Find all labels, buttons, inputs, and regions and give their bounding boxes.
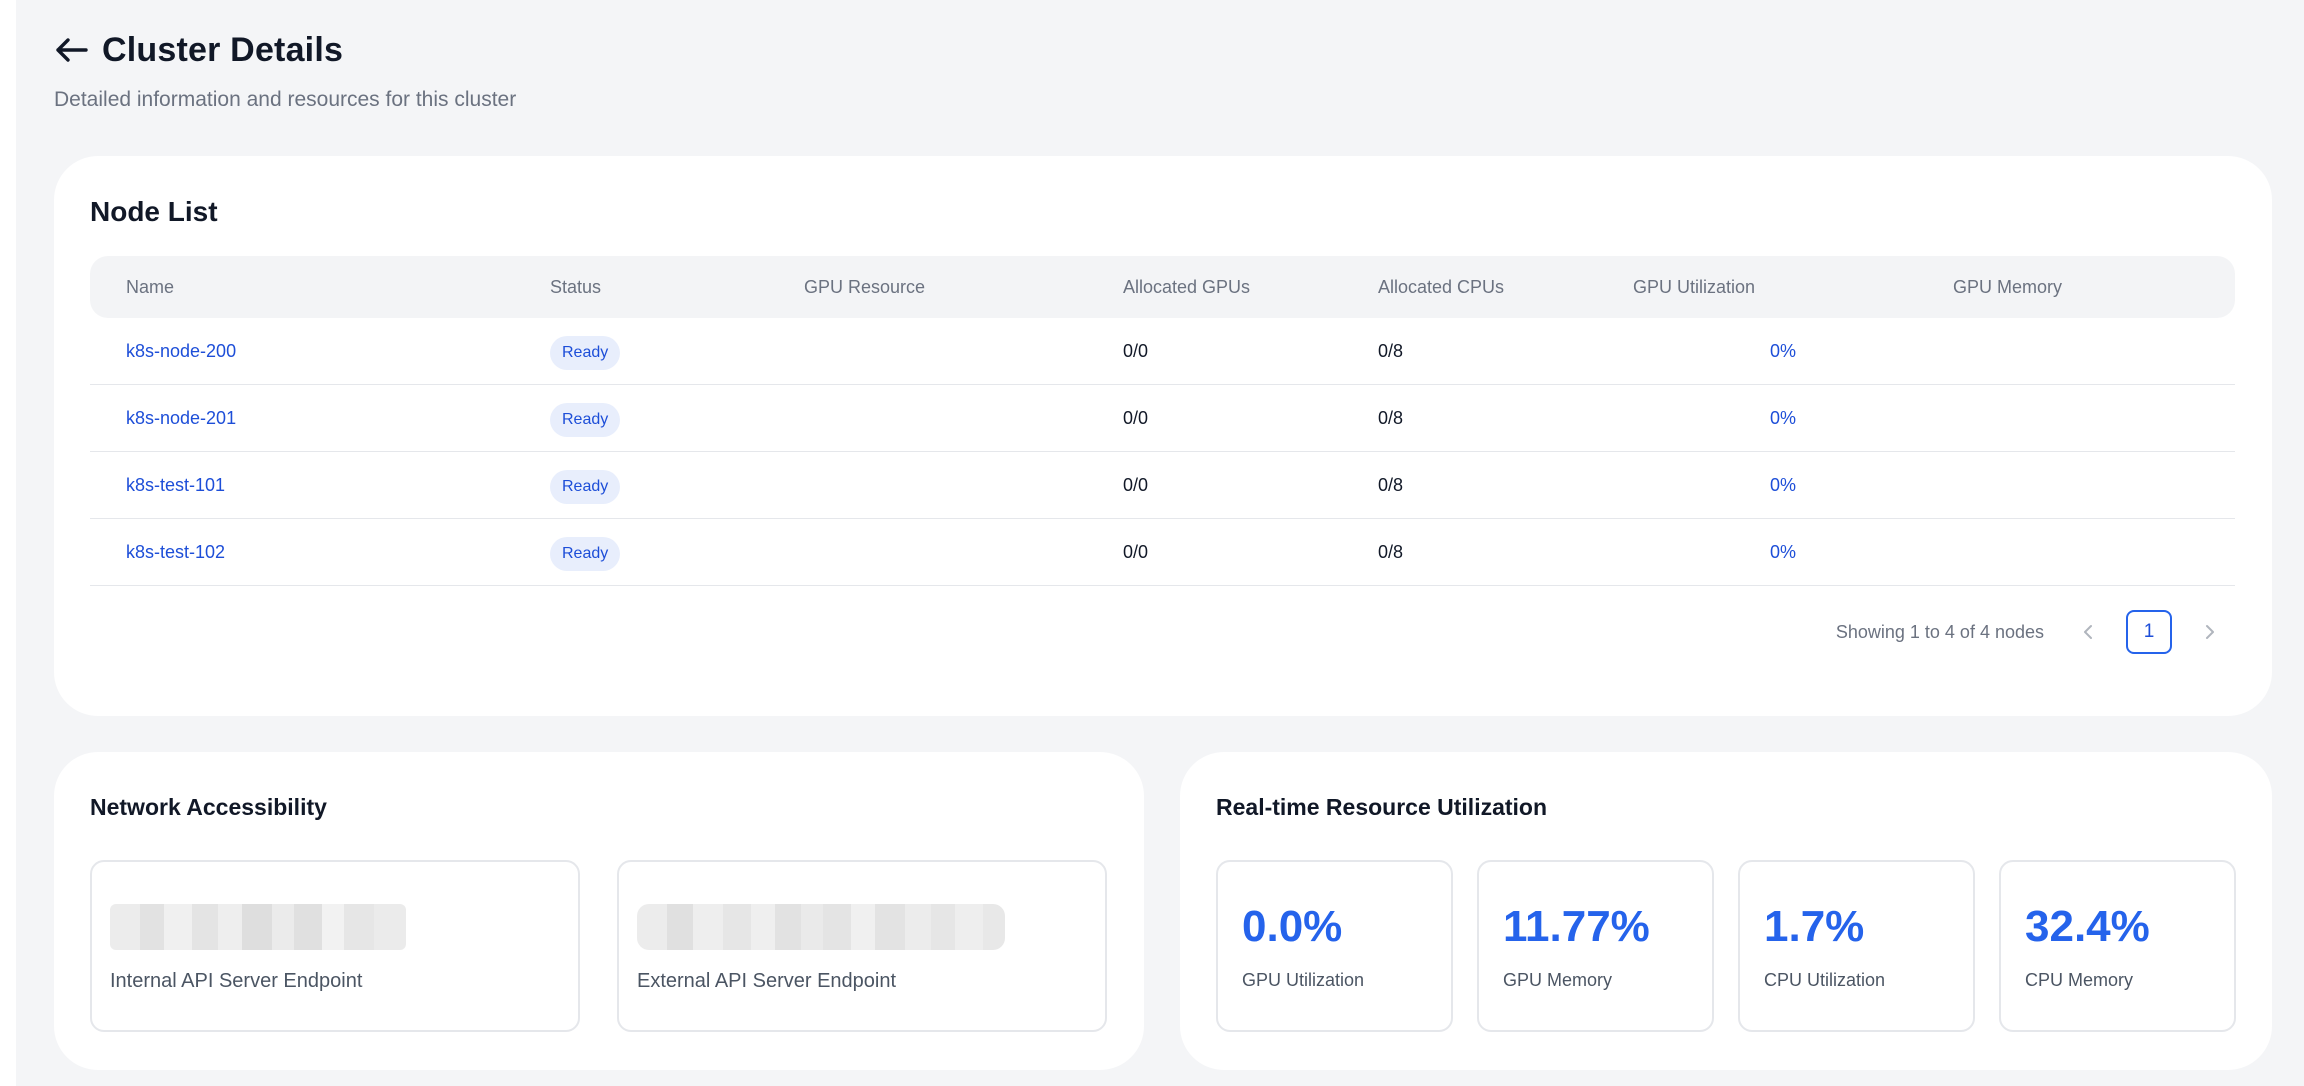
resource-utilization-card: Real-time Resource Utilization 0.0% GPU …	[1180, 752, 2272, 1070]
node-name-link[interactable]: k8s-test-102	[126, 519, 225, 585]
resource-title: Real-time Resource Utilization	[1216, 794, 1548, 820]
table-header: Name Status GPU Resource Allocated GPUs …	[90, 256, 2235, 318]
allocated-cpus-cell: 0/8	[1378, 542, 1404, 562]
node-table: Name Status GPU Resource Allocated GPUs …	[90, 256, 2235, 586]
status-badge: Ready	[550, 336, 621, 370]
prev-page-button[interactable]	[2072, 616, 2104, 648]
redacted-endpoint-value	[110, 904, 406, 950]
status-badge: Ready	[550, 470, 621, 504]
column-header-gpu-utilization: GPU Utilization	[1633, 277, 1756, 297]
allocated-cpus-cell: 0/8	[1378, 475, 1404, 495]
metric-label: GPU Utilization	[1242, 970, 1365, 990]
column-header-allocated-cpus: Allocated CPUs	[1378, 277, 1505, 297]
metric-gpu-utilization: 0.0% GPU Utilization	[1216, 860, 1453, 1032]
metric-value: 32.4%	[2025, 902, 2150, 951]
gpu-utilization-cell: 0%	[1770, 408, 1797, 428]
title-row: Cluster Details	[54, 26, 516, 74]
gpu-utilization-cell: 0%	[1770, 475, 1797, 495]
status-cell: Ready	[550, 452, 621, 518]
metric-value: 0.0%	[1242, 902, 1343, 951]
table-row: k8s-test-101 Ready 0/0 0/8 0%	[90, 452, 2235, 519]
allocated-gpus-cell: 0/0	[1123, 475, 1149, 495]
metric-value: 1.7%	[1764, 902, 1865, 951]
metric-label: GPU Memory	[1503, 970, 1613, 990]
column-header-status: Status	[550, 277, 602, 297]
internal-endpoint-label: Internal API Server Endpoint	[110, 970, 363, 992]
metric-label: CPU Utilization	[1764, 970, 1886, 990]
redacted-endpoint-value	[637, 904, 1005, 950]
status-badge: Ready	[550, 537, 621, 571]
column-header-name: Name	[126, 277, 175, 297]
internal-endpoint-box: Internal API Server Endpoint	[90, 860, 580, 1032]
node-list-card: Node List Name Status GPU Resource Alloc…	[54, 156, 2272, 716]
table-row: k8s-node-201 Ready 0/0 0/8 0%	[90, 385, 2235, 452]
metric-cpu-utilization: 1.7% CPU Utilization	[1738, 860, 1975, 1032]
table-row: k8s-test-102 Ready 0/0 0/8 0%	[90, 519, 2235, 586]
chevron-left-icon	[2084, 625, 2092, 639]
node-name-link[interactable]: k8s-test-101	[126, 452, 225, 518]
page-header: Cluster Details Detailed information and…	[54, 26, 516, 112]
network-accessibility-card: Network Accessibility Internal API Serve…	[54, 752, 1144, 1070]
status-badge: Ready	[550, 403, 621, 437]
column-header-gpu-resource: GPU Resource	[804, 277, 926, 297]
page-subtitle: Detailed information and resources for t…	[54, 88, 517, 111]
next-page-button[interactable]	[2194, 616, 2226, 648]
page-button-current[interactable]: 1	[2126, 610, 2172, 654]
metric-value: 11.77%	[1503, 902, 1650, 951]
node-name-link[interactable]: k8s-node-201	[126, 385, 236, 451]
external-endpoint-box: External API Server Endpoint	[617, 860, 1107, 1032]
column-header-gpu-memory: GPU Memory	[1953, 277, 2063, 297]
status-cell: Ready	[550, 519, 621, 585]
pagination: Showing 1 to 4 of 4 nodes 1	[1836, 608, 2226, 656]
chevron-right-icon	[2206, 625, 2214, 639]
allocated-gpus-cell: 0/0	[1123, 408, 1149, 428]
allocated-cpus-cell: 0/8	[1378, 408, 1404, 428]
node-list-title: Node List	[90, 196, 218, 227]
arrow-left-icon	[56, 38, 88, 62]
metric-label: CPU Memory	[2025, 970, 2134, 990]
gpu-utilization-cell: 0%	[1770, 341, 1797, 361]
metric-gpu-memory: 11.77% GPU Memory	[1477, 860, 1714, 1032]
sidebar-edge	[0, 0, 16, 1086]
allocated-gpus-cell: 0/0	[1123, 542, 1149, 562]
allocated-gpus-cell: 0/0	[1123, 341, 1149, 361]
status-cell: Ready	[550, 385, 621, 451]
table-row: k8s-node-200 Ready 0/0 0/8 0%	[90, 318, 2235, 385]
node-name-link[interactable]: k8s-node-200	[126, 318, 236, 384]
network-title: Network Accessibility	[90, 794, 327, 820]
pagination-summary: Showing 1 to 4 of 4 nodes	[1835, 621, 2044, 642]
page-title: Cluster Details	[102, 30, 344, 69]
allocated-cpus-cell: 0/8	[1378, 341, 1404, 361]
column-header-allocated-gpus: Allocated GPUs	[1123, 277, 1251, 297]
status-cell: Ready	[550, 318, 621, 384]
gpu-utilization-cell: 0%	[1770, 542, 1797, 562]
metric-cpu-memory: 32.4% CPU Memory	[1999, 860, 2236, 1032]
external-endpoint-label: External API Server Endpoint	[637, 970, 897, 992]
back-button[interactable]	[54, 30, 94, 70]
